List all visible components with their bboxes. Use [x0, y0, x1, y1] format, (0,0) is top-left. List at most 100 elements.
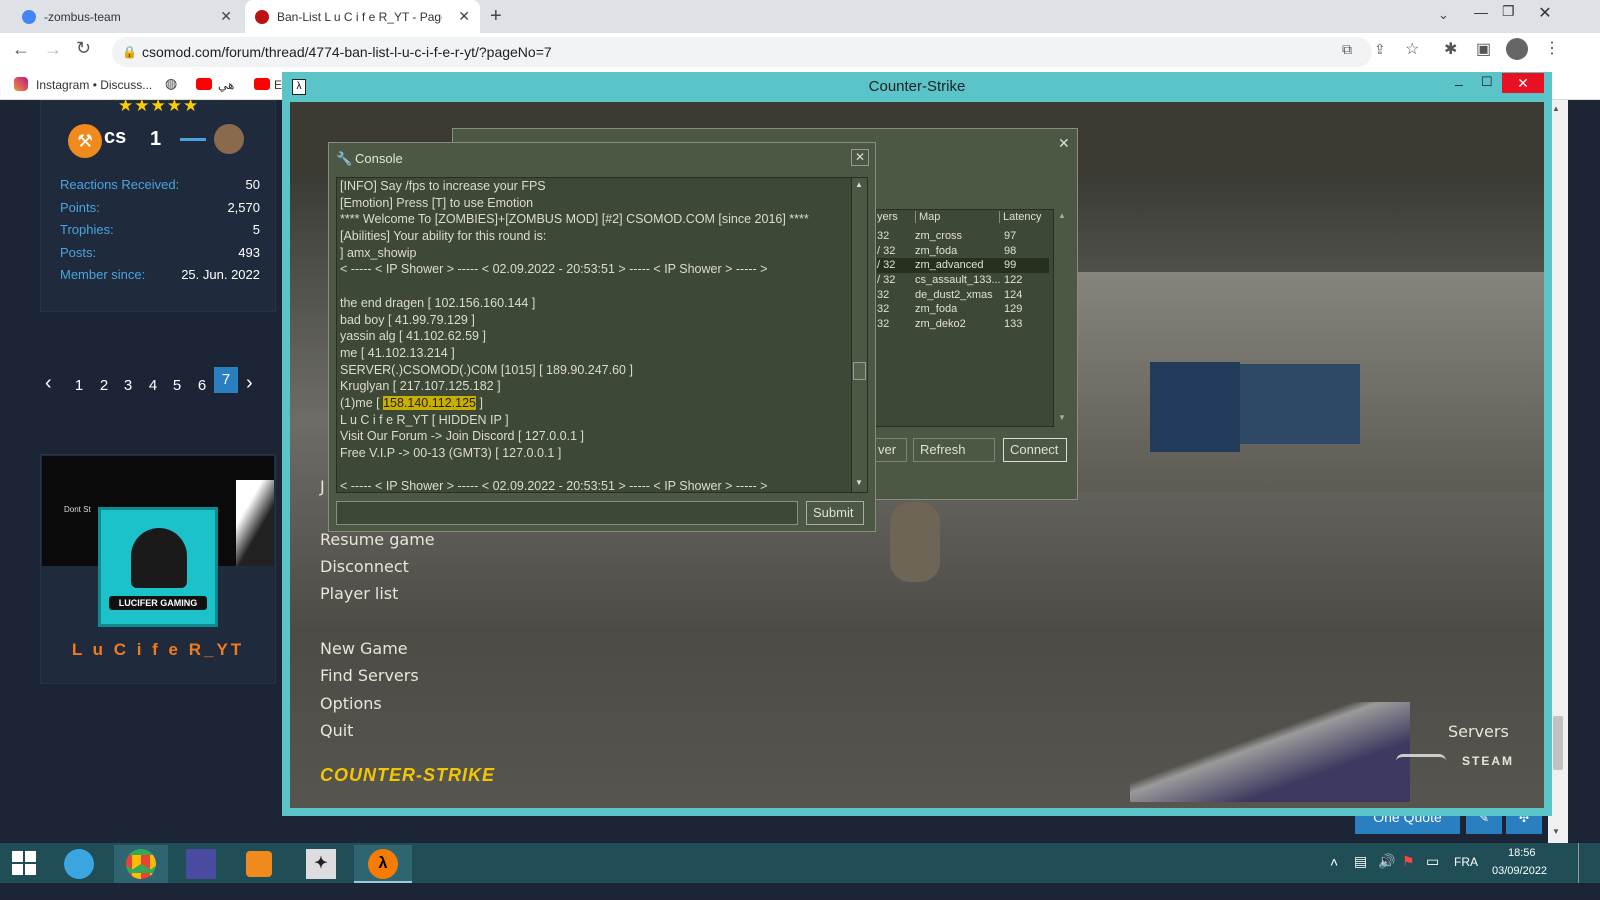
- restore-icon[interactable]: ❐: [1502, 3, 1515, 20]
- scroll-down-icon[interactable]: ▼: [1058, 413, 1066, 422]
- server-row[interactable]: 32 zm_deko2 133: [877, 317, 1049, 332]
- stat-posts: Posts: 493: [60, 245, 260, 260]
- menu-quit[interactable]: Quit: [320, 721, 353, 740]
- bookmark-e[interactable]: E: [274, 78, 282, 92]
- console-line: me [ 41.102.13.214 ]: [340, 345, 455, 360]
- menu-disconnect[interactable]: Disconnect: [320, 557, 409, 576]
- server-button-partial[interactable]: ver: [871, 438, 907, 462]
- cs-minimize-icon[interactable]: –: [1455, 76, 1463, 92]
- new-tab-icon[interactable]: +: [490, 5, 502, 28]
- show-desktop-button[interactable]: [1578, 843, 1582, 883]
- app-thumbnail-icon[interactable]: [186, 849, 216, 879]
- console-scroll-thumb[interactable]: [853, 362, 866, 380]
- next-page-icon[interactable]: ›: [246, 372, 253, 395]
- url-bar[interactable]: 🔒 csomod.com/forum/thread/4774-ban-list-…: [112, 37, 1372, 67]
- language-indicator[interactable]: FRA: [1454, 855, 1478, 869]
- scroll-up-icon[interactable]: ▲: [855, 180, 863, 189]
- server-list-scrollbar[interactable]: ▲ ▼: [1053, 209, 1070, 427]
- author-username[interactable]: L u C i f e R_YT: [40, 640, 276, 660]
- close-tab-icon[interactable]: ✕: [220, 8, 232, 25]
- scroll-up-icon[interactable]: ▲: [1552, 104, 1560, 113]
- extensions-icon[interactable]: ✱: [1444, 39, 1457, 59]
- menu-new-game[interactable]: New Game: [320, 639, 408, 658]
- volume-icon[interactable]: 🔊: [1378, 853, 1395, 870]
- sidepanel-icon[interactable]: ▣: [1476, 39, 1491, 59]
- chevron-down-icon[interactable]: ⌄: [1438, 7, 1449, 23]
- tab-strip: ‎‪-zombus-team ✕ Ban-List L u C i f e R_…: [0, 0, 1600, 33]
- close-tab-icon[interactable]: ✕: [458, 8, 470, 25]
- clock-time[interactable]: 18:56: [1508, 847, 1536, 859]
- console-input[interactable]: [336, 501, 798, 525]
- stat-member-since: Member since: 25. Jun. 2022: [60, 267, 260, 282]
- media-player-icon[interactable]: [246, 851, 272, 877]
- translate-icon[interactable]: ⧉: [1342, 41, 1352, 58]
- author-avatar: LUCIFER GAMING: [98, 507, 218, 627]
- alert-icon[interactable]: ⚑: [1402, 853, 1415, 870]
- console-line: Kruglyan [ 217.107.125.182 ]: [340, 379, 501, 394]
- app-globe-icon[interactable]: [64, 849, 94, 879]
- scroll-down-icon[interactable]: ▼: [1552, 827, 1560, 836]
- connect-button[interactable]: Connect: [1003, 438, 1067, 462]
- banner-text: Dont St: [64, 505, 91, 514]
- chrome-icon[interactable]: [126, 849, 156, 879]
- console-scrollbar[interactable]: ▲ ▼: [851, 177, 868, 493]
- scroll-up-icon[interactable]: ▲: [1058, 211, 1066, 220]
- tab-ban-list[interactable]: Ban-List L u C i f e R_YT - Page 7 ✕: [245, 0, 480, 33]
- menu-player-list[interactable]: Player list: [320, 584, 398, 603]
- scroll-thumb[interactable]: [1553, 716, 1563, 770]
- header-latency[interactable]: Latency: [999, 211, 1042, 223]
- globe-icon[interactable]: ◍: [165, 75, 177, 92]
- menu-options[interactable]: Options: [320, 694, 382, 713]
- header-map[interactable]: Map: [915, 211, 940, 223]
- server-row[interactable]: 32 zm_cross 97: [877, 229, 1049, 244]
- cs-close-icon[interactable]: ✕: [1502, 73, 1544, 93]
- counter-strike-taskbar-icon[interactable]: ✦: [306, 849, 336, 879]
- minimize-icon[interactable]: —: [1474, 4, 1488, 20]
- cs-maximize-icon[interactable]: ☐: [1481, 74, 1493, 90]
- close-window-icon[interactable]: ✕: [1522, 0, 1568, 28]
- bookmark-instagram[interactable]: Instagram • Discuss...: [36, 78, 152, 92]
- page-5[interactable]: 5: [167, 377, 187, 394]
- url-text: csomod.com/forum/thread/4774-ban-list-l-…: [142, 44, 552, 60]
- refresh-button[interactable]: Refresh: [913, 438, 995, 462]
- forward-icon[interactable]: →: [44, 39, 62, 60]
- share-icon[interactable]: ⇪: [1374, 41, 1386, 58]
- wrench-icon: 🔧: [336, 151, 353, 166]
- tab-zombus-team[interactable]: ‎‪-zombus-team ✕: [12, 0, 242, 33]
- page-3[interactable]: 3: [118, 377, 138, 394]
- start-icon[interactable]: [12, 851, 36, 875]
- console-log[interactable]: [INFO] Say /fps to increase your FPS [Em…: [336, 177, 852, 493]
- page-6[interactable]: 6: [192, 377, 212, 394]
- prev-page-icon[interactable]: ‹: [45, 372, 52, 395]
- tab-title: ‎‪-zombus-team: [44, 9, 121, 24]
- display-icon[interactable]: ▭: [1426, 853, 1439, 870]
- submit-button[interactable]: Submit: [806, 501, 864, 525]
- bookmark-arabic[interactable]: هي: [218, 78, 234, 92]
- page-4[interactable]: 4: [143, 377, 163, 394]
- menu-icon[interactable]: ⋮: [1544, 38, 1560, 58]
- header-players[interactable]: yers: [877, 211, 898, 223]
- page-current[interactable]: 7: [214, 367, 238, 393]
- console-close-icon[interactable]: ✕: [851, 149, 869, 166]
- server-row[interactable]: / 32 zm_foda 98: [877, 244, 1049, 259]
- scroll-down-icon[interactable]: ▼: [855, 478, 863, 487]
- reload-icon[interactable]: ↻: [76, 38, 91, 59]
- clock-date[interactable]: 03/09/2022: [1492, 865, 1547, 877]
- page-1[interactable]: 1: [69, 377, 89, 394]
- half-life-icon[interactable]: λ: [368, 849, 398, 879]
- menu-resume-game[interactable]: Resume game: [320, 530, 435, 549]
- server-row[interactable]: 32 zm_foda 129: [877, 302, 1049, 317]
- network-icon[interactable]: ▤: [1354, 853, 1367, 870]
- server-browser-close-icon[interactable]: ✕: [1058, 135, 1070, 152]
- servers-link[interactable]: Servers: [1448, 722, 1509, 741]
- chevron-up-icon[interactable]: ˄: [1330, 854, 1338, 870]
- page-2[interactable]: 2: [94, 377, 114, 394]
- profile-avatar[interactable]: [1506, 38, 1528, 60]
- server-row-selected[interactable]: / 32 zm_advanced 99: [877, 258, 1049, 274]
- server-row[interactable]: / 32 cs_assault_133... 122: [877, 273, 1049, 288]
- star-icon[interactable]: ☆: [1405, 39, 1419, 59]
- server-row[interactable]: 32 de_dust2_xmas 124: [877, 288, 1049, 303]
- back-icon[interactable]: ←: [12, 39, 30, 60]
- menu-find-servers[interactable]: Find Servers: [320, 666, 419, 685]
